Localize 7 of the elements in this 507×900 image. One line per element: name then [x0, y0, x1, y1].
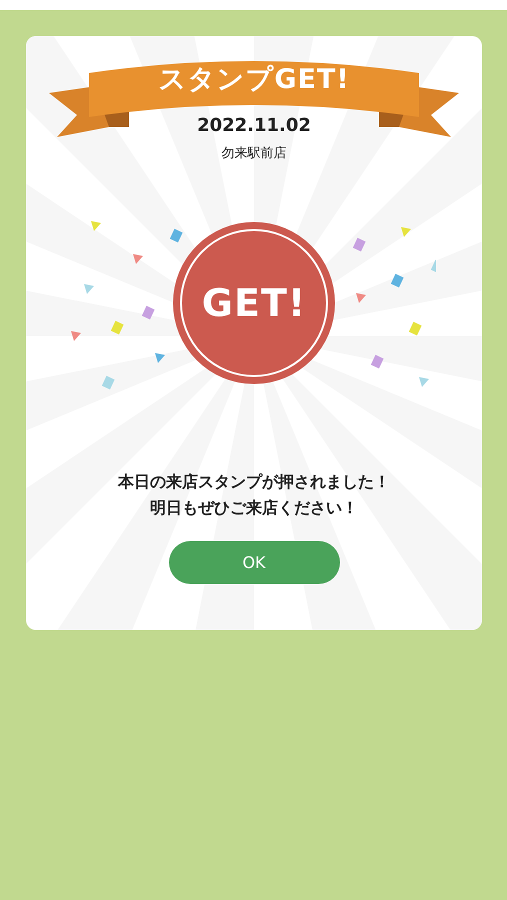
- stamp-label: GET!: [202, 281, 306, 325]
- ok-button[interactable]: OK: [168, 541, 340, 584]
- message-text: 本日の来店スタンプが押されました！: [118, 471, 390, 493]
- stamp-date: 2022.11.02: [197, 115, 311, 136]
- store-name: 勿来駅前店: [222, 145, 286, 162]
- banner-title: スタンプGET!: [158, 63, 350, 97]
- message-text: 明日もぜひご来店ください！: [149, 497, 359, 519]
